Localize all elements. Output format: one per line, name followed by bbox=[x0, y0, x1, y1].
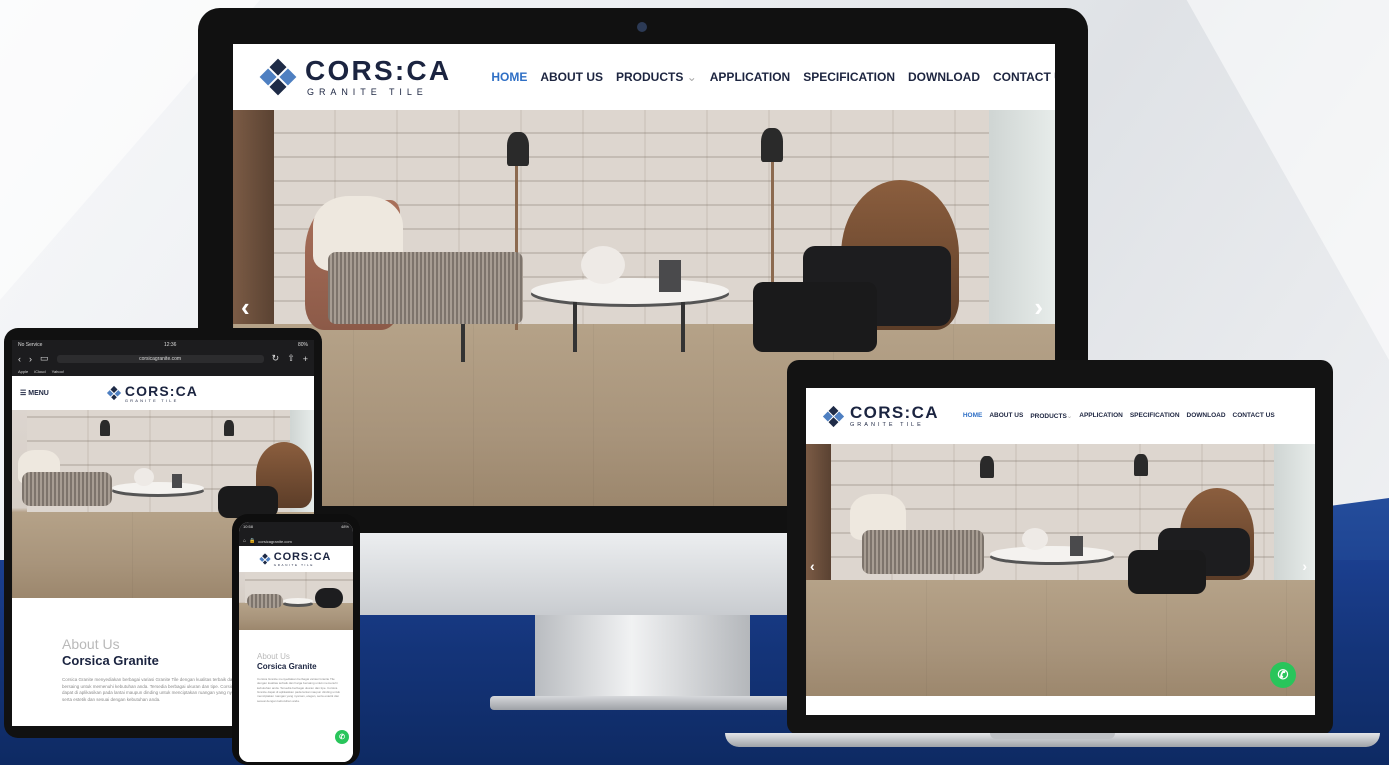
ipad-brand-logo[interactable]: CORS:CA GRANITE TILE bbox=[106, 382, 199, 403]
ipad-url-bar[interactable]: corsicagranite.com bbox=[56, 354, 264, 363]
brand-name: CORS:CA bbox=[273, 550, 332, 563]
add-tab-icon[interactable]: + bbox=[303, 354, 308, 364]
lock-icon: 🔒 bbox=[249, 538, 256, 544]
phone-battery: 48% bbox=[340, 524, 349, 529]
nav-products-label: PRODUCTS bbox=[616, 70, 684, 84]
brand-tagline: GRANITE TILE bbox=[273, 562, 314, 567]
brand-name: CORS:CA bbox=[305, 55, 452, 86]
phone-site-header: CORS:CA GRANITE TILE bbox=[239, 546, 353, 572]
nav-specification[interactable]: SPECIFICATION bbox=[803, 70, 895, 84]
brand-tagline: GRANITE TILE bbox=[850, 421, 924, 428]
phone-about-section: About Us Corsica Granite Corsica Granite… bbox=[239, 630, 353, 762]
laptop-website: CORS:CA GRANITE TILE HOME ABOUT US PRODU… bbox=[806, 388, 1315, 715]
favorite-icloud[interactable]: iCloud bbox=[34, 369, 45, 374]
favorite-yahoo[interactable]: Yahoo! bbox=[52, 369, 64, 374]
nav-contact-us[interactable]: CONTACT US bbox=[993, 70, 1055, 84]
laptop-site-header: CORS:CA GRANITE TILE HOME ABOUT US PRODU… bbox=[806, 388, 1315, 444]
brand-name: CORS:CA bbox=[850, 402, 939, 422]
home-icon[interactable]: ⌂ bbox=[243, 538, 246, 544]
nav-contact-us[interactable]: CONTACT US bbox=[1233, 412, 1275, 420]
phone-website: 10:58 48% ⌂ 🔒 corsicagranite.com CORS:CA… bbox=[239, 522, 353, 762]
ipad-site-header: ☰ MENU CORS:CA GRANITE TILE bbox=[12, 376, 314, 410]
logo-diamond-icon bbox=[259, 58, 297, 96]
laptop-brand-logo[interactable]: CORS:CA GRANITE TILE bbox=[822, 402, 939, 429]
chevron-left-icon[interactable]: ‹ bbox=[810, 558, 815, 574]
nav-products-label: PRODUCTS bbox=[1030, 413, 1067, 420]
chevron-left-icon[interactable]: ‹ bbox=[241, 292, 250, 323]
hamburger-icon[interactable]: ☰ MENU bbox=[20, 389, 49, 397]
laptop-hero: ‹ › ✆ bbox=[806, 444, 1315, 696]
about-heading: Corsica Granite bbox=[257, 662, 317, 671]
brand-tagline: GRANITE TILE bbox=[307, 87, 428, 97]
brand-name: CORS:CA bbox=[124, 382, 199, 399]
imac-stand bbox=[535, 615, 750, 700]
nav-specification[interactable]: SPECIFICATION bbox=[1130, 412, 1180, 420]
nav-download[interactable]: DOWNLOAD bbox=[1187, 412, 1226, 420]
menu-label: MENU bbox=[28, 390, 49, 397]
chevron-down-icon: ⌄ bbox=[1066, 413, 1073, 420]
share-icon[interactable]: ⇧ bbox=[287, 353, 295, 364]
nav-products[interactable]: PRODUCTS ⌄ bbox=[616, 70, 697, 84]
main-menu: HOME ABOUT US PRODUCTS ⌄ APPLICATION SPE… bbox=[491, 70, 1055, 84]
nav-application[interactable]: APPLICATION bbox=[1079, 412, 1123, 420]
logo-diamond-icon bbox=[259, 553, 271, 565]
phone-url-bar[interactable]: corsicagranite.com bbox=[258, 539, 292, 544]
logo-diamond-icon bbox=[106, 385, 121, 401]
about-body: Corsica Granite menyediakan berbagai var… bbox=[257, 677, 340, 703]
laptop-notch bbox=[990, 733, 1115, 739]
chevron-down-icon: ⌄ bbox=[686, 70, 697, 84]
imac-base bbox=[490, 696, 790, 710]
chevron-right-icon[interactable]: › bbox=[1302, 558, 1307, 574]
site-header: CORS:CA GRANITE TILE HOME ABOUT US PRODU… bbox=[233, 44, 1055, 110]
nav-about-us[interactable]: ABOUT US bbox=[540, 70, 603, 84]
phone-hero bbox=[239, 572, 353, 630]
forward-icon[interactable]: › bbox=[29, 354, 32, 364]
about-body: Corsica Granite menyediakan berbagai var… bbox=[62, 677, 252, 702]
whatsapp-icon[interactable]: ✆ bbox=[335, 730, 349, 744]
phone-browser-chrome: 10:58 48% ⌂ 🔒 corsicagranite.com bbox=[239, 522, 353, 546]
nav-download[interactable]: DOWNLOAD bbox=[908, 70, 980, 84]
logo-diamond-icon bbox=[822, 405, 845, 427]
camera-icon bbox=[637, 22, 647, 32]
nav-home[interactable]: HOME bbox=[963, 412, 983, 420]
brand-tagline: GRANITE TILE bbox=[124, 397, 179, 403]
hero-image bbox=[239, 572, 353, 630]
ipad-browser-chrome: No Service 12:36 80% ‹ › ▭ corsicagranite.… bbox=[12, 340, 314, 376]
nav-products[interactable]: PRODUCTS⌄ bbox=[1030, 412, 1072, 420]
reload-icon[interactable]: ↻ bbox=[272, 353, 280, 364]
chevron-right-icon[interactable]: › bbox=[1034, 292, 1043, 323]
brand-logo[interactable]: CORS:CA GRANITE TILE bbox=[259, 55, 452, 97]
hero-image bbox=[806, 444, 1315, 696]
nav-application[interactable]: APPLICATION bbox=[710, 70, 790, 84]
book-icon[interactable]: ▭ bbox=[40, 353, 49, 364]
phone-brand-logo[interactable]: CORS:CA GRANITE TILE bbox=[259, 550, 332, 567]
favorite-apple[interactable]: Apple bbox=[18, 369, 28, 374]
laptop-main-menu: HOME ABOUT US PRODUCTS⌄ APPLICATION SPEC… bbox=[963, 412, 1275, 420]
ipad-clock: 12:36 bbox=[163, 342, 177, 348]
back-icon[interactable]: ‹ bbox=[18, 354, 21, 364]
nav-about-us[interactable]: ABOUT US bbox=[989, 412, 1023, 420]
about-kicker: About Us bbox=[257, 652, 290, 661]
nav-home[interactable]: HOME bbox=[491, 70, 527, 84]
whatsapp-icon[interactable]: ✆ bbox=[1270, 662, 1296, 688]
ipad-carrier: No Service bbox=[18, 342, 43, 348]
phone-clock: 10:58 bbox=[243, 524, 254, 529]
ipad-battery: 80% bbox=[297, 342, 308, 348]
